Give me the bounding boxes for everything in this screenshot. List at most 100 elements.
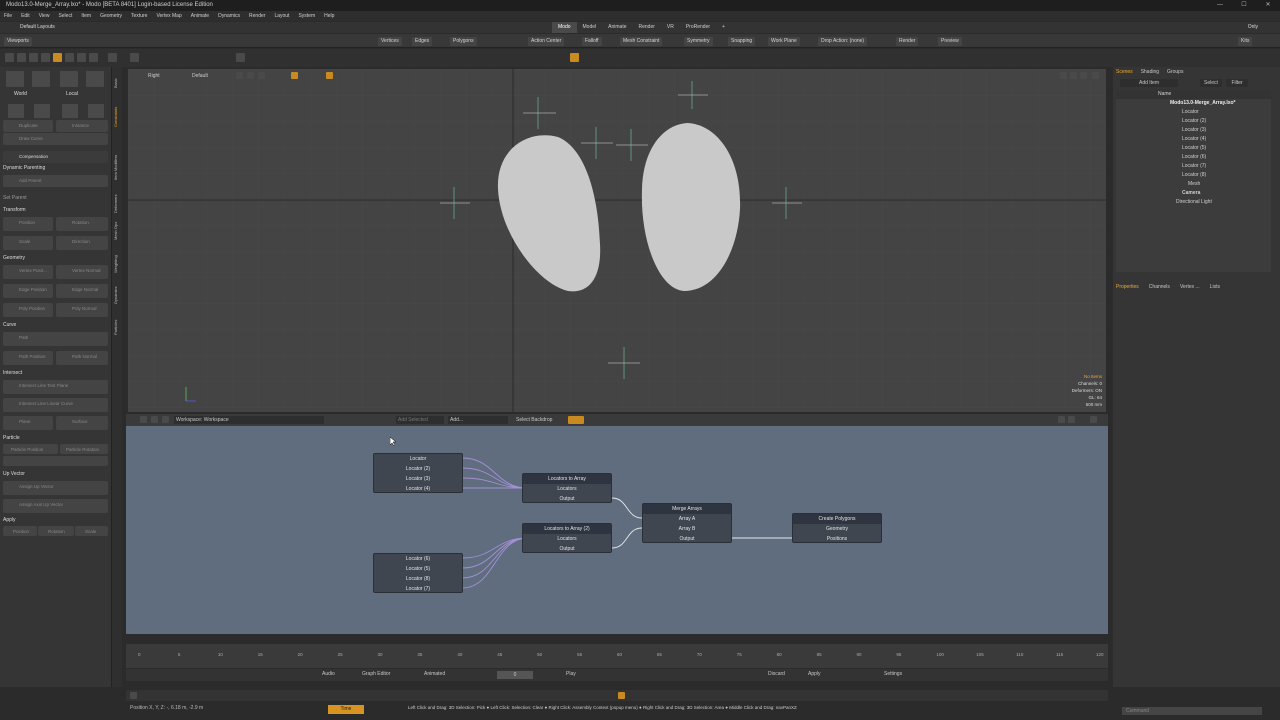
scene-item[interactable]: Locator (2): [1116, 117, 1271, 126]
node-editor[interactable]: [126, 414, 1108, 634]
select-backdrop-button[interactable]: Select Backdrop: [516, 416, 552, 424]
menu-file[interactable]: File: [4, 13, 12, 19]
scene-item-camera[interactable]: Camera: [1116, 189, 1271, 198]
timeline-ruler[interactable]: 0 5 10 15 20 25 30 35 40 45 50 55 60 65 70 75 80 85 90 95 10…: [138, 648, 1104, 662]
input-positions[interactable]: Positions: [793, 534, 881, 544]
menu-item[interactable]: Item: [81, 13, 91, 19]
particle-position-button[interactable]: Particle Position: [3, 444, 58, 454]
time-tab[interactable]: Time: [328, 705, 364, 714]
tab-mesh-ops[interactable]: Mesh Ops: [113, 216, 121, 240]
tab-shading[interactable]: Shading: [1141, 69, 1159, 75]
scene-item-list[interactable]: Name Modo13.0-Merge_Array.lxo* Locator L…: [1116, 90, 1271, 272]
intersect-line-curve-button[interactable]: Intersect Line Linear Curve: [3, 398, 108, 412]
tab-groups[interactable]: Groups: [1167, 69, 1183, 75]
transform-tool-icon[interactable]: [65, 53, 74, 62]
assign-up-vector-button[interactable]: Assign Up Vector: [3, 481, 108, 495]
add-selected-button[interactable]: Add Selected: [396, 416, 444, 424]
discard-button[interactable]: Discard: [768, 671, 785, 677]
menu-animate[interactable]: Animate: [191, 13, 209, 19]
menu-layout[interactable]: Layout: [274, 13, 289, 19]
apply-scale-button[interactable]: Scale: [75, 526, 108, 536]
mode-tab-animate[interactable]: Animate: [602, 22, 632, 33]
scene-item-light[interactable]: Directional Light: [1116, 198, 1271, 207]
input-geometry[interactable]: Geometry: [793, 524, 881, 534]
intersect-line-plane-button[interactable]: Intersect Line Test Plane: [3, 380, 108, 394]
minimize-button[interactable]: —: [1208, 0, 1232, 11]
node-locator-8[interactable]: Locator (8): [374, 574, 462, 584]
view-icon[interactable]: [130, 53, 139, 62]
node-locator[interactable]: Locator: [374, 454, 462, 464]
zoom-icon[interactable]: [236, 53, 245, 62]
render-button[interactable]: Render: [896, 37, 919, 46]
scene-item[interactable]: Locator (4): [1116, 135, 1271, 144]
snapping-button[interactable]: Snapping: [728, 37, 756, 46]
tab-properties[interactable]: Properties: [1116, 284, 1139, 293]
ne-search-icon[interactable]: [151, 416, 158, 423]
output-port[interactable]: Output: [643, 534, 731, 544]
falloff-tool-icon[interactable]: [89, 53, 98, 62]
output-port[interactable]: Output: [523, 494, 611, 504]
light-icon[interactable]: [291, 72, 298, 79]
add-parent-button[interactable]: Add Parent: [3, 175, 108, 187]
vertex-normal-button[interactable]: Vertex Normal: [56, 265, 108, 279]
input-locators[interactable]: Locators: [523, 534, 611, 544]
shading-label[interactable]: Default: [192, 73, 208, 79]
element-move-icon[interactable]: [77, 53, 86, 62]
menu-vertex-map[interactable]: Vertex Map: [156, 13, 181, 19]
add-node-dropdown[interactable]: Add...: [448, 416, 508, 424]
viewport-options-icon[interactable]: [1092, 72, 1099, 79]
path-button[interactable]: Path: [3, 332, 108, 346]
tab-dynamics[interactable]: Dynamics: [113, 276, 121, 304]
current-frame-input[interactable]: 0: [497, 671, 533, 679]
center-icon[interactable]: [34, 104, 50, 118]
instance-button[interactable]: Instance: [56, 120, 108, 132]
rotation-button[interactable]: Rotation: [56, 217, 108, 231]
layout-selector[interactable]: Default Layouts: [20, 22, 55, 33]
scene-item[interactable]: Locator: [1116, 108, 1271, 117]
align-icon[interactable]: [62, 104, 78, 118]
ne-toggle-icon[interactable]: [568, 416, 584, 424]
tab-vertex[interactable]: Vertex ...: [1180, 284, 1200, 293]
plane-button[interactable]: Plane: [3, 416, 53, 430]
menu-view[interactable]: View: [39, 13, 50, 19]
create-polygons-node[interactable]: Create Polygons Geometry Positions: [792, 513, 882, 543]
menu-dynamics[interactable]: Dynamics: [218, 13, 240, 19]
direction-button[interactable]: Direction: [56, 236, 108, 250]
symmetry-button[interactable]: Symmetry: [684, 37, 713, 46]
mode-tab-[interactable]: +: [716, 22, 731, 33]
mode-tab-modo[interactable]: Modo: [552, 22, 577, 33]
set-parent-label[interactable]: Set Parent: [3, 195, 27, 201]
scene-item[interactable]: Locator (6): [1116, 153, 1271, 162]
snap-icon[interactable]: [570, 53, 579, 62]
path-position-button[interactable]: Path Position: [3, 351, 53, 365]
locators-to-array-2-node[interactable]: Locators to Array (2) Locators Output: [522, 523, 612, 553]
scene-root[interactable]: Modo13.0-Merge_Array.lxo*: [1116, 99, 1271, 108]
apply-position-button[interactable]: Position: [3, 526, 37, 536]
input-locators[interactable]: Locators: [523, 484, 611, 494]
graph-editor-button[interactable]: Graph Editor: [362, 671, 390, 677]
scene-item[interactable]: Locator (7): [1116, 162, 1271, 171]
translate-icon[interactable]: [6, 71, 24, 87]
action-center-button[interactable]: Action Center: [528, 37, 565, 46]
node-title[interactable]: Locators to Array (2): [523, 524, 611, 534]
viewports-button[interactable]: Viewports: [4, 37, 32, 46]
falloff-button[interactable]: Falloff: [582, 37, 602, 46]
play-button[interactable]: Play: [566, 671, 576, 677]
viewport-canvas[interactable]: [128, 69, 1106, 412]
node-locator-2[interactable]: Locator (2): [374, 464, 462, 474]
work-plane-button[interactable]: Work Plane: [768, 37, 800, 46]
tab-weighting[interactable]: Weighting: [113, 243, 121, 273]
edges-button[interactable]: Edges: [412, 37, 433, 46]
animated-dropdown[interactable]: Animated: [424, 671, 445, 677]
ne-move-icon[interactable]: [1058, 416, 1065, 423]
ne-frame-icon[interactable]: [162, 416, 169, 423]
scale-icon[interactable]: [60, 71, 78, 87]
texture-icon[interactable]: [258, 72, 265, 79]
rotate-tool-icon[interactable]: [29, 53, 38, 62]
scale-button[interactable]: Scale: [3, 236, 53, 250]
mode-tab-render[interactable]: Render: [632, 22, 660, 33]
audio-button[interactable]: Audio: [322, 671, 335, 677]
particle-extra-button[interactable]: [3, 456, 108, 466]
settings-button[interactable]: Settings: [884, 671, 902, 677]
drop-action-select[interactable]: Drop Action: (none): [818, 37, 868, 46]
